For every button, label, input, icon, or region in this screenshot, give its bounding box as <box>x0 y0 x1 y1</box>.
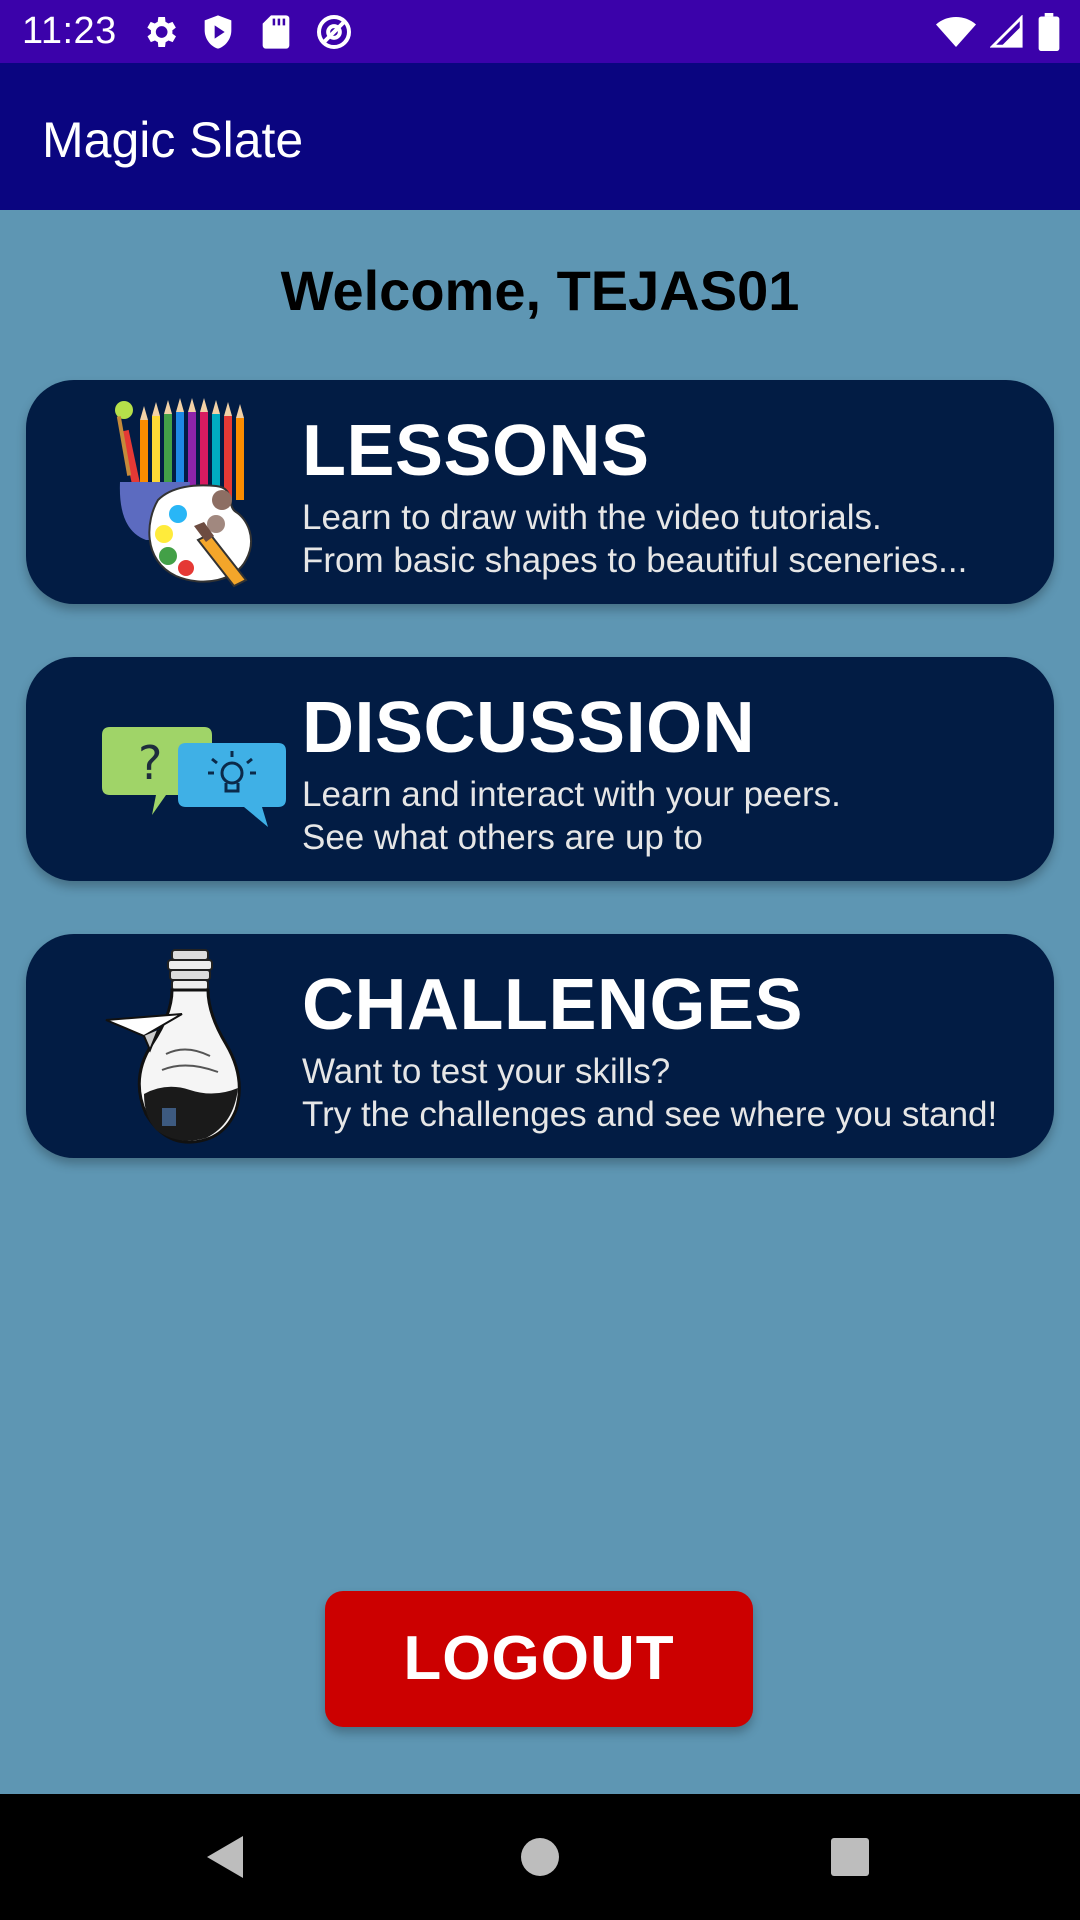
challenges-description: Want to test your skills? Try the challe… <box>302 1050 997 1136</box>
status-time: 11:23 <box>22 10 117 52</box>
back-icon[interactable] <box>167 1794 287 1920</box>
chat-bubbles-icon: ? <box>102 727 286 827</box>
discussion-title: DISCUSSION <box>302 688 756 768</box>
navigation-bar <box>0 1794 1080 1920</box>
lessons-desc-line-1: Learn to draw with the video tutorials. <box>302 498 882 537</box>
app-bar: Magic Slate <box>0 63 1080 210</box>
wifi-icon <box>936 17 976 47</box>
challenges-card[interactable]: CHALLENGES Want to test your skills? Try… <box>26 934 1054 1158</box>
challenges-desc-line-1: Want to test your skills? <box>302 1052 671 1091</box>
lessons-desc-line-2: From basic shapes to beautiful sceneries… <box>302 541 968 580</box>
signal-icon <box>990 15 1023 48</box>
welcome-heading: Welcome, TEJAS01 <box>280 259 800 322</box>
lessons-title: LESSONS <box>302 411 650 491</box>
lessons-description: Learn to draw with the video tutorials. … <box>302 496 967 582</box>
logout-button[interactable]: LOGOUT <box>325 1591 753 1727</box>
svg-text:?: ? <box>138 736 162 790</box>
battery-icon <box>1038 13 1060 51</box>
art-supplies-icon <box>115 398 252 588</box>
discussion-description: Learn and interact with your peers. See … <box>302 773 841 859</box>
challenges-desc-line-2: Try the challenges and see where you sta… <box>302 1095 998 1134</box>
sd-card-icon <box>262 15 290 49</box>
app-title: Magic Slate <box>42 112 304 168</box>
home-icon[interactable] <box>480 1794 600 1920</box>
lightbulb-icon <box>105 949 241 1144</box>
recents-icon[interactable] <box>790 1794 910 1920</box>
gear-icon <box>147 17 176 47</box>
lessons-card[interactable]: LESSONS Learn to draw with the video tut… <box>26 380 1054 604</box>
shield-icon <box>204 15 232 49</box>
at-sign-icon <box>317 15 351 49</box>
discussion-desc-line-1: Learn and interact with your peers. <box>302 775 841 814</box>
discussion-card[interactable]: ? DISCUSSION Learn and interact with you… <box>26 657 1054 881</box>
challenges-title: CHALLENGES <box>302 965 804 1045</box>
discussion-desc-line-2: See what others are up to <box>302 818 703 857</box>
status-bar: 11:23 <box>0 0 1080 63</box>
